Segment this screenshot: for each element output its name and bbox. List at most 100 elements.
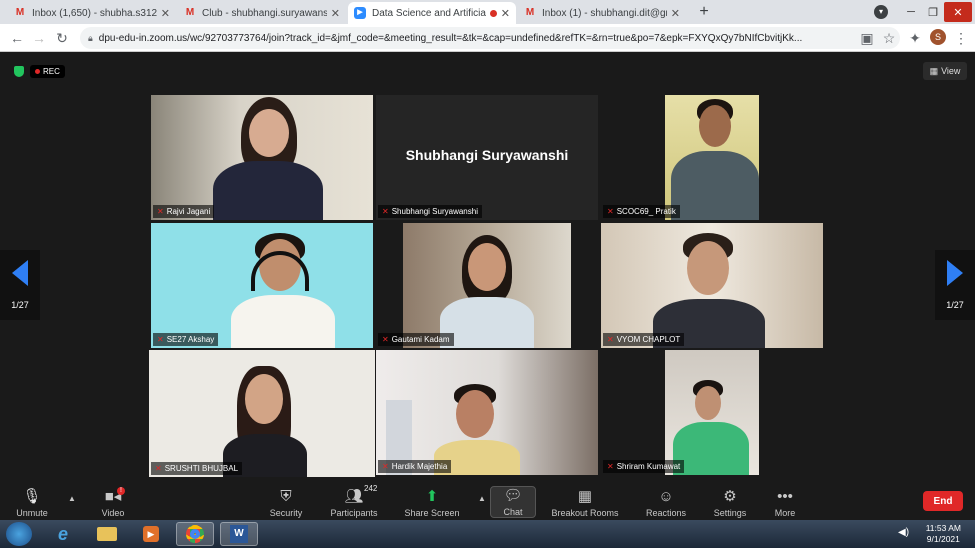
internet-explorer-icon[interactable]: e [44,522,82,546]
participant-name-label: ✕ Shubhangi Suryawanshi [378,205,482,218]
video-warning-badge: ! [117,487,125,495]
video-tile-gautami-kadam[interactable]: ✕ Gautami Kadam [376,223,598,348]
participants-icon: 👥︎ [344,488,364,505]
browser-menu-icon[interactable]: ⋮ [952,29,970,47]
participant-name-label: ✕ Gautami Kadam [378,333,454,346]
extensions-puzzle-icon[interactable]: ✦ [906,29,924,47]
rec-indicator: REC [30,65,65,78]
close-tab-icon[interactable]: ✕ [671,7,680,20]
forward-arrow-icon[interactable]: → [30,29,48,47]
meeting-toolbar: 🎙︎ Unmute ▲ ■◂ Video ! ⛨ Security 👥︎ Par… [0,483,975,520]
muted-mic-icon: ✕ [382,335,389,344]
gmail-icon: M [185,7,195,18]
recording-status: REC [14,65,65,78]
volume-icon[interactable]: ◀) [898,527,909,538]
share-screen-icon: ⬆ [425,488,439,505]
end-meeting-button[interactable]: End [923,491,963,511]
share-screen-button[interactable]: ⬆ Share Screen [404,486,460,519]
video-tile-akshay[interactable]: ✕ SE27 Akshay [151,223,373,348]
profile-avatar[interactable]: S [930,29,946,45]
breakout-rooms-button[interactable]: ▦ Breakout Rooms [550,486,620,519]
word-icon[interactable]: W [220,522,258,546]
video-tile-shubhangi-suryawanshi[interactable]: Shubhangi Suryawanshi ✕ Shubhangi Suryawa… [376,95,598,220]
video-tile-hardik-majethia[interactable]: ✕ Hardik Majethia [376,350,598,475]
more-dots-icon: ••• [777,488,793,505]
video-tile-vyom-chaplot[interactable]: ✕ VYOM CHAPLOT [601,223,823,348]
participant-name-label: ✕ Hardik Majethia [378,460,452,473]
recording-dot-icon [489,9,497,17]
url-field[interactable]: 🔒︎ dpu-edu-in.zoom.us/wc/92703773764/joi… [80,27,900,49]
media-player-icon[interactable]: ▶ [132,522,170,546]
right-arrow-icon [947,260,963,286]
browser-tab-inbox-1650[interactable]: M Inbox (1,650) - shubha.s312@gm ✕ [8,2,176,24]
reactions-smiley-icon: ☺ [658,488,674,505]
participant-name-label: ✕ SE27 Akshay [153,333,219,346]
share-options-caret[interactable]: ▲ [478,494,486,503]
windows-start-icon[interactable] [6,522,32,546]
gmail-icon: M [15,7,25,18]
back-arrow-icon[interactable]: ← [8,29,26,47]
participant-name-label: ✕ Rajvi Jagani [153,205,215,218]
muted-mic-icon: ✕ [382,207,389,216]
browser-tab-club[interactable]: M Club - shubhangi.suryawanshi@d ✕ [178,2,346,24]
muted-mic-icon: ✕ [157,207,164,216]
muted-mic-icon: ✕ [382,462,389,471]
video-button[interactable]: ■◂ Video [94,486,132,519]
more-button[interactable]: ••• More [768,486,802,519]
zoom-icon: ▶ [354,7,366,19]
reload-icon[interactable]: ↻ [53,29,71,47]
settings-button[interactable]: ⚙ Settings [710,486,750,519]
address-bar-row: ← → ↻ 🔒︎ dpu-edu-in.zoom.us/wc/927037737… [0,24,975,52]
breakout-rooms-icon: ▦ [577,488,593,505]
muted-mic-icon: ✕ [607,335,614,344]
video-tile-rajvi-jagani[interactable]: ✕ Rajvi Jagani [151,95,373,220]
chat-bubble-icon: 💬︎ [503,487,523,504]
audio-options-caret[interactable]: ▲ [68,494,76,503]
file-explorer-icon[interactable] [88,522,126,546]
left-arrow-icon [12,260,28,286]
security-button[interactable]: ⛨ Security [266,486,306,519]
page-indicator-right: 1/27 [946,300,964,310]
muted-mic-icon: ✕ [157,335,164,344]
tab-search-icon[interactable]: ▾ [872,2,890,22]
unmute-button[interactable]: 🎙︎ Unmute [14,486,50,519]
participant-name-label: ✕ Shriram Kumawat [603,460,685,473]
encryption-shield-icon [14,66,24,77]
security-shield-icon: ⛨ [280,488,292,505]
minimize-icon[interactable]: ─ [900,2,922,22]
muted-mic-icon: ✕ [607,462,614,471]
gmail-icon: M [525,7,535,18]
rec-dot-icon [35,69,40,74]
new-tab-button[interactable]: + [694,3,714,21]
next-page-button[interactable]: 1/27 [935,250,975,320]
window-close-icon[interactable]: ✕ [944,2,972,22]
participant-name-label: ✕ SCOC69_ Pratik [603,205,680,218]
system-clock[interactable]: 11:53 AM 9/1/2021 [926,523,961,545]
muted-mic-icon: 🎙︎ [22,488,42,505]
close-tab-icon[interactable]: ✕ [501,7,510,20]
chat-button[interactable]: 💬︎ Chat [490,486,536,518]
close-tab-icon[interactable]: ✕ [331,7,340,20]
browser-tab-zoom-meeting[interactable]: ▶ Data Science and Artificial Int ✕ [348,2,516,24]
reactions-button[interactable]: ☺ Reactions [644,486,688,519]
restore-icon[interactable]: ❐ [922,2,944,22]
bookmark-star-icon[interactable]: ☆ [880,29,898,47]
browser-tab-inbox-1[interactable]: M Inbox (1) - shubhangi.dit@gmail ✕ [518,2,686,24]
muted-mic-icon: ✕ [155,464,162,473]
participant-name-label: ✕ SRUSHTI BHUJBAL [151,462,243,475]
video-tile-srushti-bhujbal[interactable]: ✕ SRUSHTI BHUJBAL [149,350,375,477]
browser-tab-strip: M Inbox (1,650) - shubha.s312@gm ✕ M Clu… [0,0,975,24]
participant-display-name: Shubhangi Suryawanshi [405,147,569,163]
muted-mic-icon: ✕ [607,207,614,216]
lock-icon: 🔒︎ [88,32,93,43]
video-tile-pratik[interactable]: ✕ SCOC69_ Pratik [601,95,759,220]
view-button[interactable]: ▦ View [923,62,967,80]
gear-icon: ⚙ [723,488,737,505]
close-tab-icon[interactable]: ✕ [161,7,170,20]
previous-page-button[interactable]: 1/27 [0,250,40,320]
participants-count: 242 [364,484,378,493]
video-tile-shriram-kumawat[interactable]: ✕ Shriram Kumawat [601,350,759,475]
chrome-icon[interactable] [176,522,214,546]
camera-blocked-icon[interactable]: ▣ [858,29,876,47]
page-indicator-left: 1/27 [11,300,29,310]
